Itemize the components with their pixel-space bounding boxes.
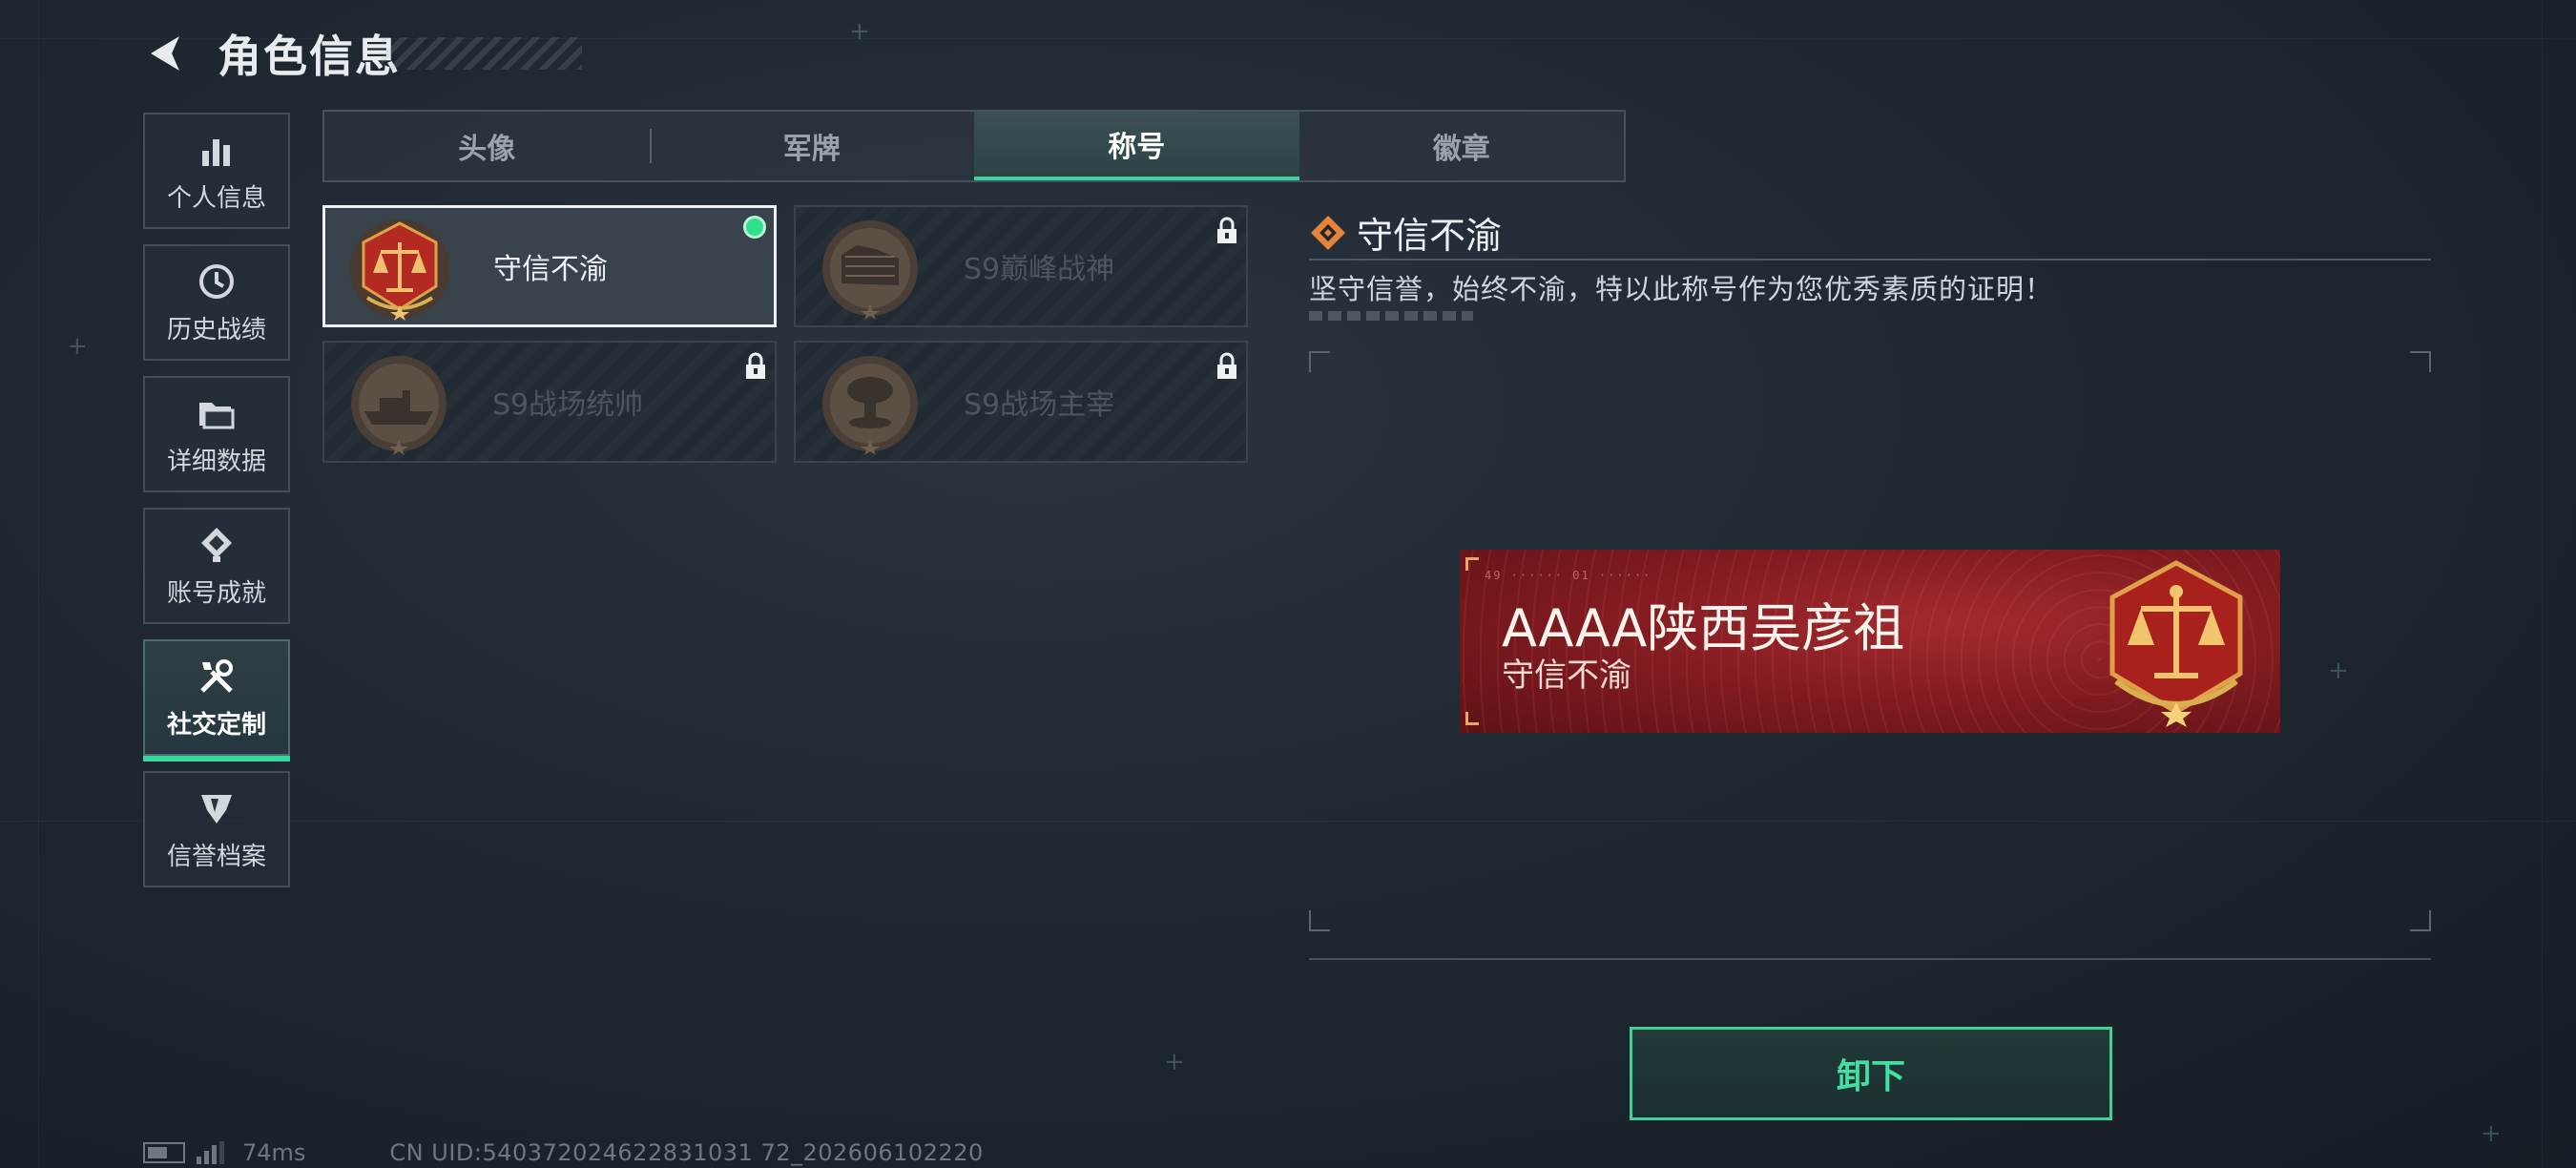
sidebar-item-detailed-data[interactable]: 详细数据 bbox=[143, 376, 290, 492]
sidebar: 个人信息 历史战绩 详细数据 账号成就 社交定制 信誉档案 bbox=[143, 113, 290, 903]
page-header: 角色信息 bbox=[143, 27, 582, 82]
nameplate-preview: 49 ······ 01 ······ AAAA陕西吴彦祖 守信不渝 bbox=[1460, 550, 2280, 733]
achievement-icon bbox=[196, 524, 238, 566]
title-card-name: S9战场统帅 bbox=[492, 388, 644, 422]
title-card-name: S9巅峰战神 bbox=[964, 253, 1115, 286]
back-button[interactable] bbox=[143, 31, 189, 76]
sidebar-item-label: 信誉档案 bbox=[166, 842, 266, 871]
title-card-s9-peak[interactable]: S9巅峰战神 bbox=[794, 205, 1248, 327]
sidebar-item-label: 历史战绩 bbox=[166, 315, 266, 344]
ping-value: 74ms bbox=[242, 1139, 306, 1166]
nameplate-title: 守信不渝 bbox=[1502, 657, 1631, 695]
warship-emblem-icon bbox=[351, 356, 447, 455]
tab-badge[interactable]: 徽章 bbox=[1299, 112, 1625, 180]
uid-text: CN UID:540372024622831031 72_20260610222… bbox=[389, 1139, 984, 1166]
history-clock-icon bbox=[196, 261, 238, 302]
sidebar-item-social-custom[interactable]: 社交定制 bbox=[143, 639, 290, 761]
folder-icon bbox=[196, 392, 238, 434]
detail-description: 坚守信誉，始终不渝，特以此称号作为您优秀素质的证明！ bbox=[1309, 273, 2054, 305]
sidebar-item-label: 社交定制 bbox=[166, 710, 266, 740]
preview-frame-corner bbox=[1309, 351, 1330, 372]
sidebar-item-achievements[interactable]: 账号成就 bbox=[143, 508, 290, 624]
battery-icon bbox=[143, 1142, 185, 1163]
preview-frame-corner bbox=[2410, 351, 2431, 372]
title-card-name: 守信不渝 bbox=[493, 253, 608, 286]
sidebar-item-label: 账号成就 bbox=[166, 578, 266, 608]
tab-avatar[interactable]: 头像 bbox=[324, 112, 650, 180]
nameplate-code: 49 ······ 01 ······ bbox=[1485, 569, 1652, 582]
title-card-shouxin[interactable]: 守信不渝 bbox=[322, 205, 777, 327]
preview-frame-bottom bbox=[1309, 958, 2431, 960]
detail-divider bbox=[1309, 259, 2431, 261]
sidebar-item-label: 个人信息 bbox=[166, 183, 266, 213]
sidebar-item-label: 详细数据 bbox=[166, 447, 266, 476]
fortress-emblem-icon bbox=[822, 220, 918, 320]
title-card-s9-commander[interactable]: S9战场统帅 bbox=[322, 341, 777, 463]
detail-header: 守信不渝 bbox=[1309, 206, 1502, 259]
nameplate-corner bbox=[1465, 712, 1479, 725]
nameplate-corner bbox=[1465, 557, 1479, 571]
diamond-title-icon bbox=[1311, 215, 1345, 250]
detail-subtext-decoration bbox=[1309, 311, 1473, 321]
detail-title: 守信不渝 bbox=[1357, 215, 1503, 257]
back-arrow-icon bbox=[151, 36, 179, 71]
sidebar-item-personal-info[interactable]: 个人信息 bbox=[143, 113, 290, 229]
page-title: 角色信息 bbox=[218, 31, 401, 82]
title-decoration bbox=[382, 37, 582, 70]
preview-frame-corner bbox=[1309, 910, 1330, 931]
equipped-indicator bbox=[743, 216, 766, 239]
credit-badge-icon bbox=[196, 787, 238, 829]
sidebar-item-credit-record[interactable]: 信誉档案 bbox=[143, 771, 290, 887]
scales-emblem-icon bbox=[350, 219, 449, 321]
lock-icon bbox=[1217, 217, 1236, 243]
tools-icon bbox=[196, 656, 238, 698]
signal-icon bbox=[197, 1141, 227, 1164]
title-card-s9-dominator[interactable]: S9战场主宰 bbox=[794, 341, 1248, 463]
tab-dog-tag[interactable]: 军牌 bbox=[649, 112, 975, 180]
tab-bar: 头像 军牌 称号 徽章 bbox=[322, 110, 1626, 182]
lock-icon bbox=[746, 352, 765, 379]
mushroom-cloud-emblem-icon bbox=[822, 356, 918, 455]
bar-chart-icon bbox=[196, 129, 238, 171]
scales-emblem-icon bbox=[2109, 560, 2243, 727]
status-bar: 74ms CN UID:540372024622831031 72_202606… bbox=[143, 1139, 984, 1166]
lock-icon bbox=[1217, 352, 1236, 379]
preview-frame-corner bbox=[2410, 910, 2431, 931]
unequip-button[interactable]: 卸下 bbox=[1630, 1027, 2112, 1120]
title-card-name: S9战场主宰 bbox=[964, 388, 1115, 422]
tab-title[interactable]: 称号 bbox=[974, 112, 1299, 180]
sidebar-item-history[interactable]: 历史战绩 bbox=[143, 244, 290, 361]
